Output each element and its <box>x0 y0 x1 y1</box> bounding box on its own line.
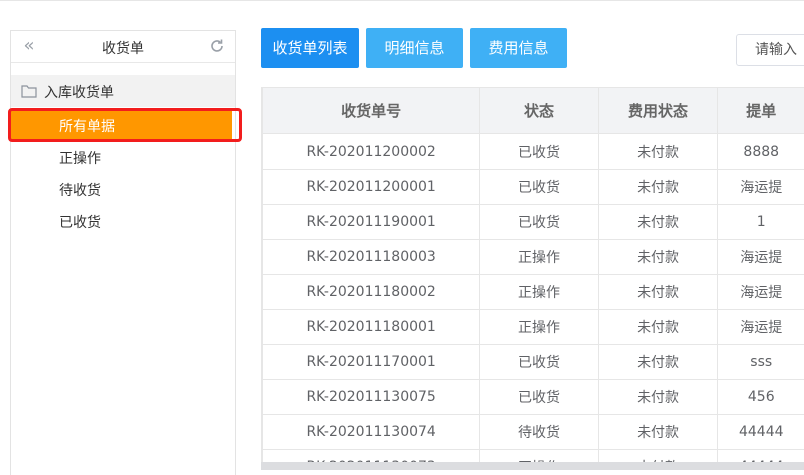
cell-bill-no: 1 <box>718 205 804 240</box>
table-header-row: 收货单号 状态 费用状态 提单 <box>263 88 804 134</box>
cell-fee-status: 未付款 <box>598 415 718 450</box>
search-input[interactable]: 请输入 <box>736 34 804 66</box>
cell-receipt-no: RK-202011180002 <box>263 275 480 310</box>
active-indicator <box>232 111 235 139</box>
sidebar-item-label: 已收货 <box>59 212 101 232</box>
sidebar-item-pending-receipt[interactable]: 待收货 <box>11 173 235 205</box>
cell-bill-no: 海运提 <box>718 170 804 205</box>
cell-fee-status: 未付款 <box>598 380 718 415</box>
cell-bill-no: 44444 <box>718 415 804 450</box>
tab-detail-info[interactable]: 明细信息 <box>366 28 463 68</box>
cell-receipt-no: RK-202011170001 <box>263 345 480 380</box>
cell-status: 正操作 <box>480 240 598 275</box>
top-divider <box>0 0 804 1</box>
table-row[interactable]: RK-202011200001 已收货 未付款 海运提 <box>263 170 804 205</box>
cell-status: 已收货 <box>480 205 598 240</box>
column-header-receipt-no[interactable]: 收货单号 <box>263 88 480 134</box>
refresh-icon[interactable] <box>209 38 225 54</box>
cell-status: 已收货 <box>480 345 598 380</box>
sidebar-item-label: 所有单据 <box>59 116 115 136</box>
cell-receipt-no: RK-202011190001 <box>263 205 480 240</box>
cell-bill-no: 海运提 <box>718 240 804 275</box>
cell-fee-status: 未付款 <box>598 170 718 205</box>
cell-receipt-no: RK-202011130075 <box>263 380 480 415</box>
cell-receipt-no: RK-202011180003 <box>263 240 480 275</box>
tab-fee-info[interactable]: 费用信息 <box>470 28 567 68</box>
cell-status: 正操作 <box>480 310 598 345</box>
cell-fee-status: 未付款 <box>598 275 718 310</box>
sidebar-item-in-progress[interactable]: 正操作 <box>11 141 235 173</box>
table-row[interactable]: RK-202011190001 已收货 未付款 1 <box>263 205 804 240</box>
cell-receipt-no: RK-202011180001 <box>263 310 480 345</box>
sidebar-item-label: 待收货 <box>59 180 101 200</box>
table-row[interactable]: RK-202011130074 待收货 未付款 44444 <box>263 415 804 450</box>
column-header-bill-no[interactable]: 提单 <box>718 88 804 134</box>
table-row[interactable]: RK-202011180002 正操作 未付款 海运提 <box>263 275 804 310</box>
cell-bill-no: 海运提 <box>718 275 804 310</box>
cell-bill-no: sss <box>718 345 804 380</box>
cell-fee-status: 未付款 <box>598 134 718 170</box>
cell-bill-no: 456 <box>718 380 804 415</box>
cell-status: 已收货 <box>480 170 598 205</box>
cell-receipt-no: RK-202011200002 <box>263 134 480 170</box>
cell-fee-status: 未付款 <box>598 240 718 275</box>
cell-bill-no: 海运提 <box>718 310 804 345</box>
sidebar-item-all-documents[interactable]: 所有单据 <box>11 109 235 141</box>
table-row[interactable]: RK-202011130075 已收货 未付款 456 <box>263 380 804 415</box>
cell-status: 正操作 <box>480 275 598 310</box>
tree-root-node[interactable]: 入库收货单 <box>11 75 235 107</box>
column-header-fee-status[interactable]: 费用状态 <box>598 88 718 134</box>
cell-status: 已收货 <box>480 134 598 170</box>
cell-fee-status: 未付款 <box>598 345 718 380</box>
sidebar-item-received[interactable]: 已收货 <box>11 205 235 237</box>
data-table: 收货单号 状态 费用状态 提单 RK-202011200002 已收货 未付款 … <box>262 87 804 470</box>
cell-receipt-no: RK-202011200001 <box>263 170 480 205</box>
tree-root-label: 入库收货单 <box>44 82 114 102</box>
sidebar: « 收货单 入库收货单 所有单据 正操作 待收货 已收货 <box>10 30 236 475</box>
table-row[interactable]: RK-202011200002 已收货 未付款 8888 <box>263 134 804 170</box>
table-row[interactable]: RK-202011170001 已收货 未付款 sss <box>263 345 804 380</box>
cell-status: 已收货 <box>480 380 598 415</box>
folder-icon <box>21 84 37 98</box>
cell-fee-status: 未付款 <box>598 205 718 240</box>
table-row[interactable]: RK-202011180001 正操作 未付款 海运提 <box>263 310 804 345</box>
receipt-table: 收货单号 状态 费用状态 提单 RK-202011200002 已收货 未付款 … <box>261 87 804 470</box>
column-header-status[interactable]: 状态 <box>480 88 598 134</box>
sidebar-item-label: 正操作 <box>59 148 101 168</box>
cell-fee-status: 未付款 <box>598 310 718 345</box>
table-row[interactable]: RK-202011180003 正操作 未付款 海运提 <box>263 240 804 275</box>
sidebar-header: « 收货单 <box>11 31 235 63</box>
cell-bill-no: 8888 <box>718 134 804 170</box>
cell-receipt-no: RK-202011130074 <box>263 415 480 450</box>
tab-receipt-list[interactable]: 收货单列表 <box>261 28 359 68</box>
horizontal-scrollbar[interactable] <box>261 462 804 470</box>
sidebar-title: 收货单 <box>11 38 235 58</box>
cell-status: 待收货 <box>480 415 598 450</box>
